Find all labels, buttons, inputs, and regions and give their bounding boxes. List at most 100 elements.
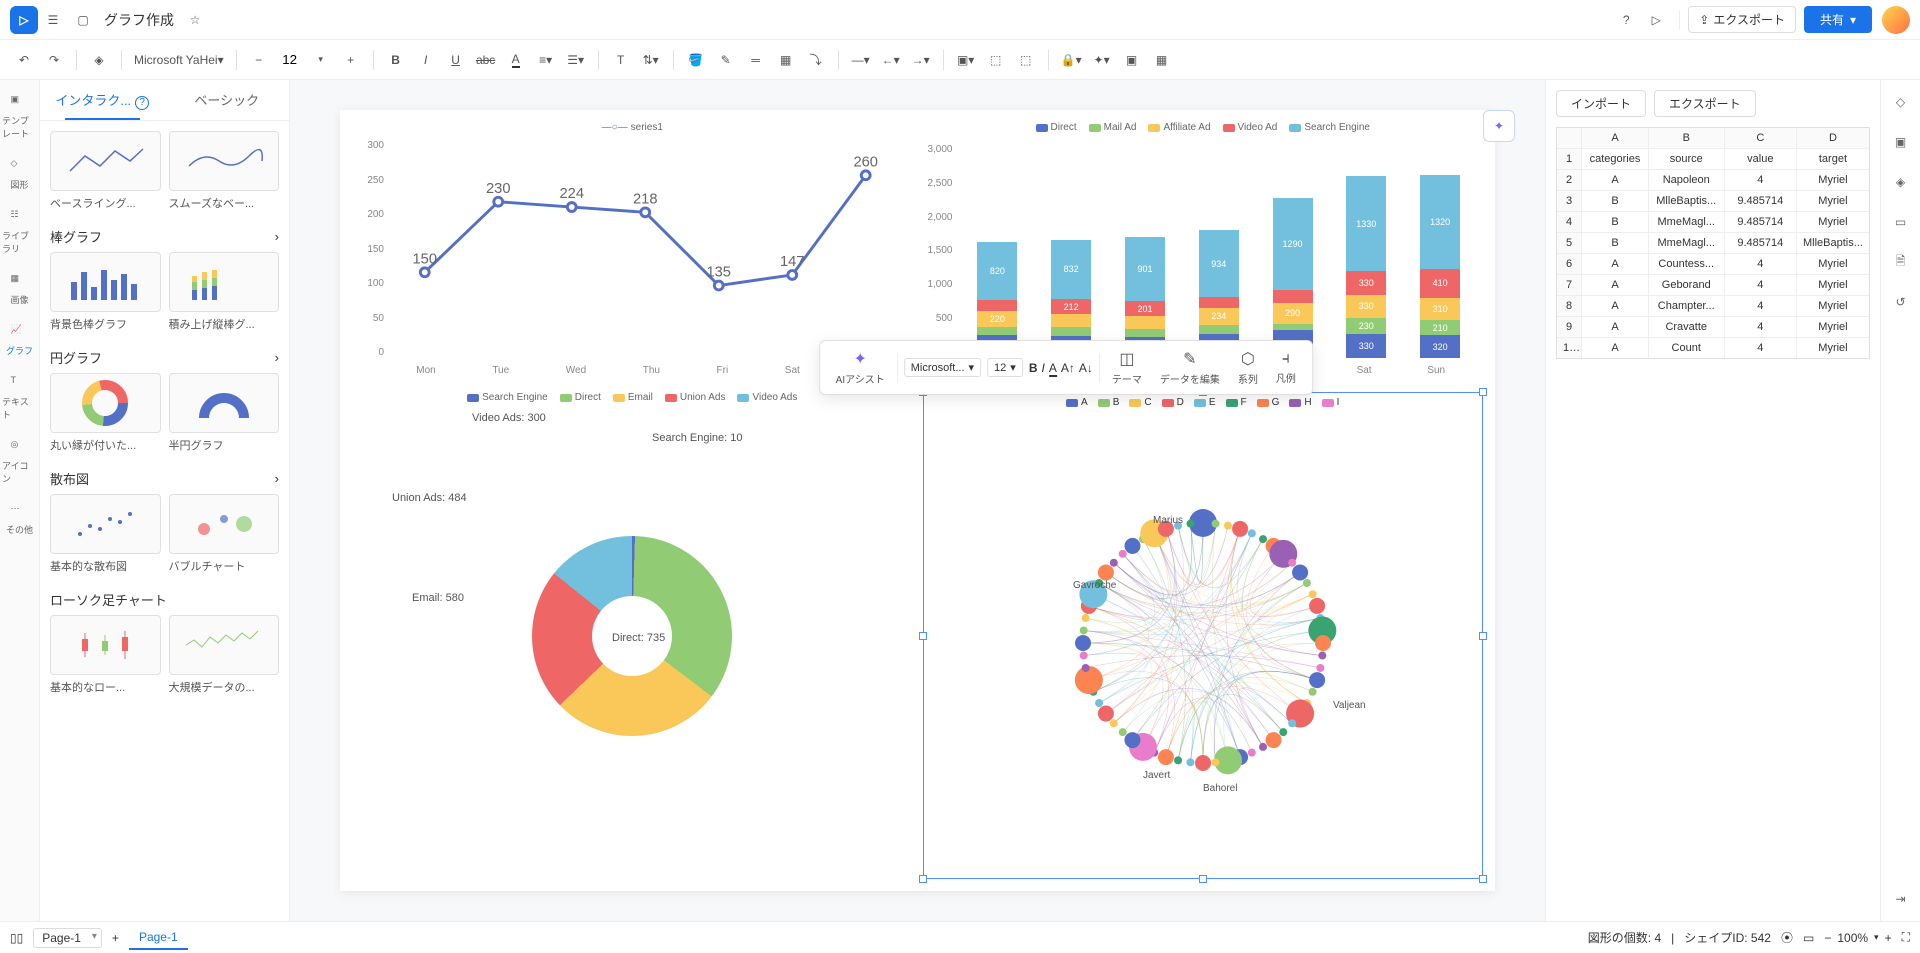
menu-icon[interactable]: ☰ — [38, 5, 68, 35]
ct-legend[interactable]: ⫞凡例 — [1270, 348, 1302, 387]
page-layout-icon[interactable]: ▯▯ — [10, 931, 23, 945]
ct-size-select[interactable]: 12▾ — [987, 358, 1023, 377]
data-table[interactable]: ABCD1categoriessourcevaluetarget2ANapole… — [1556, 127, 1870, 359]
rail-template[interactable]: ▣テンプレート — [0, 88, 39, 146]
connector-button[interactable]: ⤵ — [802, 46, 830, 74]
strikethrough-button[interactable]: abc — [472, 46, 500, 74]
add-page-button[interactable]: + — [112, 931, 119, 945]
ct-series[interactable]: ⬡系列 — [1232, 347, 1264, 388]
group-button[interactable]: ⬚ — [982, 46, 1010, 74]
thumb-donut[interactable]: 丸い縁が付いた... — [50, 373, 161, 453]
font-color-button[interactable]: A — [502, 46, 530, 74]
ai-sparkle-button[interactable]: ✦ — [1483, 110, 1515, 142]
font-size-increase[interactable]: + — [337, 46, 365, 74]
border-color-button[interactable]: ✎ — [712, 46, 740, 74]
line-height-button[interactable]: ⇅▾ — [637, 46, 665, 74]
ct-color[interactable]: A — [1049, 361, 1057, 375]
redo-button[interactable]: ↷ — [40, 46, 68, 74]
share-button[interactable]: 共有 ▾ — [1804, 6, 1872, 33]
ct-font-select[interactable]: Microsoft...▾ — [904, 358, 981, 377]
rr-collapse-icon[interactable]: ⇥ — [1889, 887, 1913, 911]
bold-button[interactable]: B — [382, 46, 410, 74]
document-title[interactable]: グラフ作成 — [104, 10, 174, 30]
font-family-select[interactable]: Microsoft YaHei ▾ — [130, 46, 228, 74]
page-selector[interactable]: Page-1 — [33, 928, 102, 948]
align-button[interactable]: ≡▾ — [532, 46, 560, 74]
section-scatter[interactable]: 散布図› — [50, 461, 279, 494]
export-button[interactable]: ⇪ エクスポート — [1688, 6, 1796, 33]
play-icon[interactable]: ▷ — [1641, 5, 1671, 35]
italic-button[interactable]: I — [412, 46, 440, 74]
rr-layout-icon[interactable]: ▣ — [1889, 130, 1913, 154]
export-data-button[interactable]: エクスポート — [1654, 90, 1756, 117]
rail-icon[interactable]: ◎アイコン — [0, 433, 39, 491]
thumb-baseline[interactable]: ベースライング... — [50, 131, 161, 211]
resize-handle[interactable] — [1479, 632, 1487, 640]
section-candle[interactable]: ローソク足チャート — [50, 582, 279, 615]
ct-font-dec[interactable]: A↓ — [1079, 361, 1093, 375]
thumb-smooth[interactable]: スムーズなベー... — [169, 131, 280, 211]
zoom-control[interactable]: − 100% ▾ + — [1824, 931, 1891, 945]
ai-assist-button[interactable]: ✦AIアシスト — [830, 347, 891, 388]
thumb-candle[interactable]: 基本的なロー... — [50, 615, 161, 695]
tab-interactive[interactable]: インタラク...? — [40, 80, 165, 120]
rail-shape[interactable]: ◇図形 — [0, 152, 39, 197]
page-tab-1[interactable]: Page-1 — [129, 926, 188, 950]
ct-bold[interactable]: B — [1029, 361, 1038, 375]
ct-edit-data[interactable]: ✎データを編集 — [1154, 347, 1226, 388]
tab-basic[interactable]: ベーシック — [165, 80, 290, 120]
app-logo[interactable]: ▷ — [10, 6, 38, 34]
lock-button[interactable]: 🔒▾ — [1057, 46, 1086, 74]
underline-button[interactable]: U — [442, 46, 470, 74]
zoom-in[interactable]: + — [1885, 931, 1892, 945]
text-tool[interactable]: T — [607, 46, 635, 74]
section-pie[interactable]: 円グラフ› — [50, 340, 279, 373]
canvas-area[interactable]: —○— series1 300250200150100500 150230224… — [290, 80, 1545, 921]
fill-color-button[interactable]: 🪣 — [682, 46, 710, 74]
user-avatar[interactable] — [1882, 6, 1910, 34]
thumb-bubble[interactable]: バブルチャート — [169, 494, 280, 574]
format-painter-icon[interactable]: ◈ — [85, 46, 113, 74]
rail-other[interactable]: ⋯その他 — [0, 497, 39, 542]
thumb-scatter[interactable]: 基本的な散布図 — [50, 494, 161, 574]
fullscreen-icon[interactable]: ⛶ — [1902, 930, 1910, 945]
arrow-start[interactable]: ←▾ — [877, 46, 905, 74]
zoom-level[interactable]: 100% — [1837, 931, 1868, 945]
arrange-button[interactable]: ▣▾ — [952, 46, 980, 74]
ungroup-button[interactable]: ⬚ — [1012, 46, 1040, 74]
resize-handle[interactable] — [1479, 388, 1487, 396]
thumb-bigdata[interactable]: 大規模データの... — [169, 615, 280, 695]
border-style-button[interactable]: ═ — [742, 46, 770, 74]
line-solid[interactable]: —▾ — [847, 46, 875, 74]
minimap-icon[interactable]: ▭ — [1803, 931, 1814, 945]
network-chart-selected[interactable]: ABCDEFGHI MariusGavrocheValjeanJavertBah… — [923, 392, 1484, 879]
rr-nav-icon[interactable]: ◈ — [1889, 170, 1913, 194]
rr-history-icon[interactable]: ↺ — [1889, 290, 1913, 314]
rr-comment-icon[interactable]: 🗎 — [1889, 250, 1913, 274]
rr-present-icon[interactable]: ▭ — [1889, 210, 1913, 234]
border-weight-button[interactable]: ▦ — [772, 46, 800, 74]
donut-chart[interactable]: Search EngineDirectEmailUnion AdsVideo A… — [352, 392, 913, 879]
font-size-input[interactable] — [275, 52, 305, 67]
font-size-dropdown[interactable]: ▾ — [307, 46, 335, 74]
crop-button[interactable]: ▣ — [1118, 46, 1146, 74]
thumb-halfpie[interactable]: 半円グラフ — [169, 373, 280, 453]
focus-icon[interactable]: ⦿ — [1781, 929, 1793, 946]
save-icon[interactable]: ▢ — [68, 5, 98, 35]
font-size-decrease[interactable]: − — [245, 46, 273, 74]
star-icon[interactable]: ☆ — [180, 5, 210, 35]
ct-font-inc[interactable]: A↑ — [1061, 361, 1075, 375]
ct-theme[interactable]: ◫テーマ — [1106, 347, 1148, 388]
effects-button[interactable]: ✦▾ — [1088, 46, 1116, 74]
arrow-end[interactable]: →▾ — [907, 46, 935, 74]
resize-handle[interactable] — [1479, 875, 1487, 883]
undo-button[interactable]: ↶ — [10, 46, 38, 74]
section-bar[interactable]: 棒グラフ› — [50, 219, 279, 252]
rail-text[interactable]: Tテキスト — [0, 369, 39, 427]
zoom-out[interactable]: − — [1824, 931, 1831, 945]
rail-image[interactable]: ▦画像 — [0, 267, 39, 312]
resize-handle[interactable] — [919, 632, 927, 640]
thumb-bar-bg[interactable]: 背景色棒グラフ — [50, 252, 161, 332]
table-button[interactable]: ▦ — [1148, 46, 1176, 74]
ct-italic[interactable]: I — [1041, 361, 1044, 375]
